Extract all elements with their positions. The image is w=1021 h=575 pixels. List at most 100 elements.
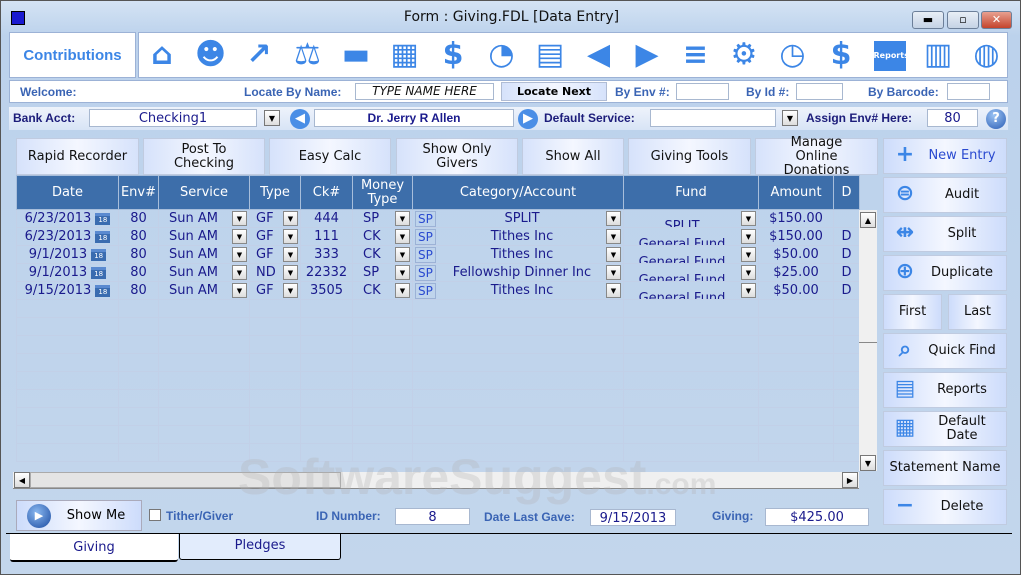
chevron-down-icon[interactable]: ▼ xyxy=(283,265,298,280)
empty-cell[interactable] xyxy=(300,317,353,336)
column-header[interactable]: Fund xyxy=(623,175,759,210)
table-row[interactable] xyxy=(16,299,860,318)
default-service-dropdown-icon[interactable]: ▼ xyxy=(782,110,798,126)
table-row[interactable] xyxy=(16,317,860,336)
empty-cell[interactable] xyxy=(118,299,159,318)
empty-cell[interactable] xyxy=(249,335,301,354)
empty-cell[interactable] xyxy=(158,335,250,354)
empty-cell[interactable] xyxy=(833,407,860,426)
empty-cell[interactable] xyxy=(758,425,834,444)
action-rapid-recorder-button[interactable]: Rapid Recorder xyxy=(16,138,139,175)
fund-cell[interactable]: General Fund xyxy=(626,237,738,245)
name-search-input[interactable]: TYPE NAME HERE xyxy=(355,83,494,100)
empty-cell[interactable] xyxy=(300,371,353,390)
empty-cell[interactable] xyxy=(623,353,759,372)
empty-cell[interactable] xyxy=(352,371,413,390)
bank-acct-select[interactable]: Checking1 xyxy=(89,109,257,127)
empty-cell[interactable] xyxy=(352,425,413,444)
previous-giver-button[interactable]: ◀ xyxy=(290,109,310,129)
table-row[interactable]: 9/1/2013 18 80 Sun AM ▼ GF ▼ 333 CK ▼ SP Tithes Inc… xyxy=(16,245,860,264)
column-header[interactable]: Type xyxy=(249,175,301,210)
last-button[interactable]: Last xyxy=(948,294,1007,330)
barcode-search-input[interactable] xyxy=(947,83,990,100)
table-row[interactable] xyxy=(16,389,860,408)
env-cell[interactable]: 80 xyxy=(118,263,159,282)
empty-cell[interactable] xyxy=(623,299,759,318)
amount-cell[interactable]: $50.00 xyxy=(758,281,834,300)
chevron-down-icon[interactable]: ▼ xyxy=(232,247,247,262)
calendar-icon[interactable]: 18 xyxy=(95,212,111,225)
empty-cell[interactable] xyxy=(118,389,159,408)
calendar-icon[interactable]: 18 xyxy=(95,284,111,297)
column-header[interactable]: D xyxy=(833,175,860,210)
empty-cell[interactable] xyxy=(412,317,624,336)
empty-cell[interactable] xyxy=(249,389,301,408)
empty-cell[interactable] xyxy=(833,317,860,336)
empty-cell[interactable] xyxy=(118,317,159,336)
env-search-input[interactable] xyxy=(676,83,729,100)
empty-cell[interactable] xyxy=(833,425,860,444)
money-type-cell[interactable]: CK xyxy=(363,283,381,298)
first-button[interactable]: First xyxy=(883,294,942,330)
empty-cell[interactable] xyxy=(16,425,119,444)
column-header[interactable]: Env# xyxy=(118,175,159,210)
scroll-up-icon[interactable]: ▲ xyxy=(860,212,876,228)
quick-find-button[interactable]: ⌕ Quick Find xyxy=(883,333,1007,369)
minimize-button[interactable]: ▬ xyxy=(912,11,944,29)
fund-cell[interactable]: General Fund xyxy=(626,255,738,263)
type-cell[interactable]: GF xyxy=(256,211,274,226)
date-cell[interactable]: 9/15/2013 xyxy=(25,283,92,298)
document-icon[interactable]: ≡ xyxy=(677,36,715,74)
empty-cell[interactable] xyxy=(300,335,353,354)
env-cell[interactable]: 80 xyxy=(118,281,159,300)
empty-cell[interactable] xyxy=(352,299,413,318)
empty-cell[interactable] xyxy=(833,371,860,390)
empty-cell[interactable] xyxy=(158,317,250,336)
empty-cell[interactable] xyxy=(249,353,301,372)
empty-cell[interactable] xyxy=(16,443,119,462)
chevron-down-icon[interactable]: ▼ xyxy=(395,247,410,262)
id-search-input[interactable] xyxy=(796,83,843,100)
check-number-cell[interactable]: 22332 xyxy=(300,263,353,282)
scroll-down-icon[interactable]: ▼ xyxy=(860,455,876,471)
empty-cell[interactable] xyxy=(158,425,250,444)
chevron-down-icon[interactable]: ▼ xyxy=(395,265,410,280)
empty-cell[interactable] xyxy=(16,335,119,354)
chevron-down-icon[interactable]: ▼ xyxy=(232,229,247,244)
chevron-down-icon[interactable]: ▼ xyxy=(606,229,621,244)
amount-cell[interactable]: $25.00 xyxy=(758,263,834,282)
column-header[interactable]: Money Type xyxy=(352,175,413,210)
column-header[interactable]: Amount xyxy=(758,175,834,210)
empty-cell[interactable] xyxy=(833,335,860,354)
worker-money-icon[interactable]: $ xyxy=(822,36,860,74)
table-row[interactable]: 6/23/2013 18 80 Sun AM ▼ GF ▼ 444 SP ▼ SP SPLIT ▼ SPL… xyxy=(16,209,860,228)
category-cell[interactable]: Tithes Inc xyxy=(441,229,603,244)
empty-cell[interactable] xyxy=(412,371,624,390)
empty-cell[interactable] xyxy=(16,371,119,390)
empty-cell[interactable] xyxy=(412,425,624,444)
column-header[interactable]: Date xyxy=(16,175,119,210)
empty-cell[interactable] xyxy=(758,353,834,372)
split-button[interactable]: SP xyxy=(415,246,436,263)
money-type-cell[interactable]: CK xyxy=(363,229,381,244)
category-cell[interactable]: Tithes Inc xyxy=(441,247,603,262)
empty-cell[interactable] xyxy=(158,407,250,426)
split-button[interactable]: SP xyxy=(415,210,436,227)
table-row[interactable]: 9/15/2013 18 80 Sun AM ▼ GF ▼ 3505 CK ▼ SP Tithes I… xyxy=(16,281,860,300)
action-show-only-givers-button[interactable]: Show Only Givers xyxy=(396,138,518,175)
maximize-button[interactable]: ▫ xyxy=(947,11,979,29)
empty-cell[interactable] xyxy=(412,407,624,426)
date-cell[interactable]: 9/1/2013 xyxy=(29,247,87,262)
chevron-down-icon[interactable]: ▼ xyxy=(283,247,298,262)
d-cell[interactable]: D xyxy=(833,227,860,246)
home-icon[interactable]: ⌂ xyxy=(143,36,181,74)
empty-cell[interactable] xyxy=(158,389,250,408)
d-cell[interactable]: D xyxy=(833,245,860,264)
check-icon[interactable]: ▬ xyxy=(337,36,375,74)
type-cell[interactable]: GF xyxy=(256,229,274,244)
scroll-right-icon[interactable]: ▶ xyxy=(842,472,858,488)
fund-cell[interactable]: General Fund xyxy=(626,291,738,299)
money-type-cell[interactable]: SP xyxy=(363,211,379,226)
chevron-down-icon[interactable]: ▼ xyxy=(741,211,756,226)
empty-cell[interactable] xyxy=(16,389,119,408)
